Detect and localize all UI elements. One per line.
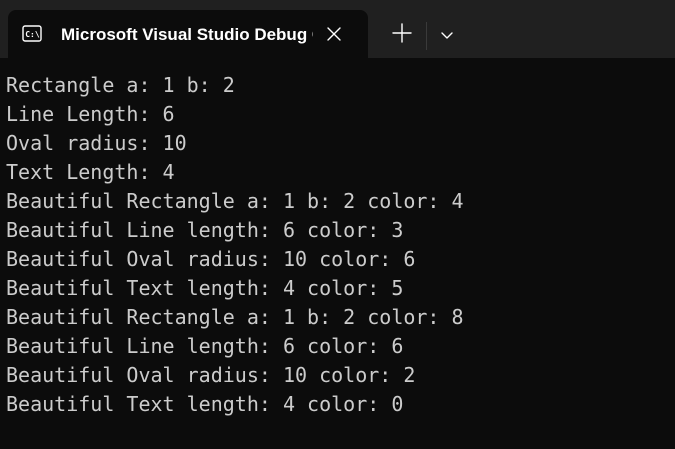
console-line: Beautiful Rectangle a: 1 b: 2 color: 8 [6,305,464,329]
console-line: Beautiful Line length: 6 color: 3 [6,218,404,242]
chevron-down-icon[interactable] [435,23,459,47]
toolbar-divider [426,22,427,50]
svg-text:C:\: C:\ [25,30,40,39]
console-line: Rectangle a: 1 b: 2 [6,73,235,97]
console-line: Line Length: 6 [6,102,175,126]
console-line: Beautiful Line length: 6 color: 6 [6,334,404,358]
console-line: Beautiful Text length: 4 color: 0 [6,392,404,416]
console-line: Beautiful Oval radius: 10 color: 2 [6,363,416,387]
title-bar: C:\ Microsoft Visual Studio Debug Consol… [0,0,675,58]
console-line: Oval radius: 10 [6,131,187,155]
console-line: Beautiful Oval radius: 10 color: 6 [6,247,416,271]
terminal-window: C:\ Microsoft Visual Studio Debug Consol… [0,0,675,449]
terminal-icon: C:\ [22,25,42,42]
tab-title: Microsoft Visual Studio Debug Console [61,25,313,44]
plus-icon[interactable] [388,19,416,47]
console-line: Beautiful Text length: 4 color: 5 [6,276,404,300]
tab-debug-console[interactable]: C:\ Microsoft Visual Studio Debug Consol… [8,10,368,58]
console-line: Text Length: 4 [6,160,175,184]
console-line: Beautiful Rectangle a: 1 b: 2 color: 4 [6,189,464,213]
close-icon[interactable] [324,24,344,44]
console-output[interactable]: Rectangle a: 1 b: 2 Line Length: 6 Oval … [0,58,675,449]
